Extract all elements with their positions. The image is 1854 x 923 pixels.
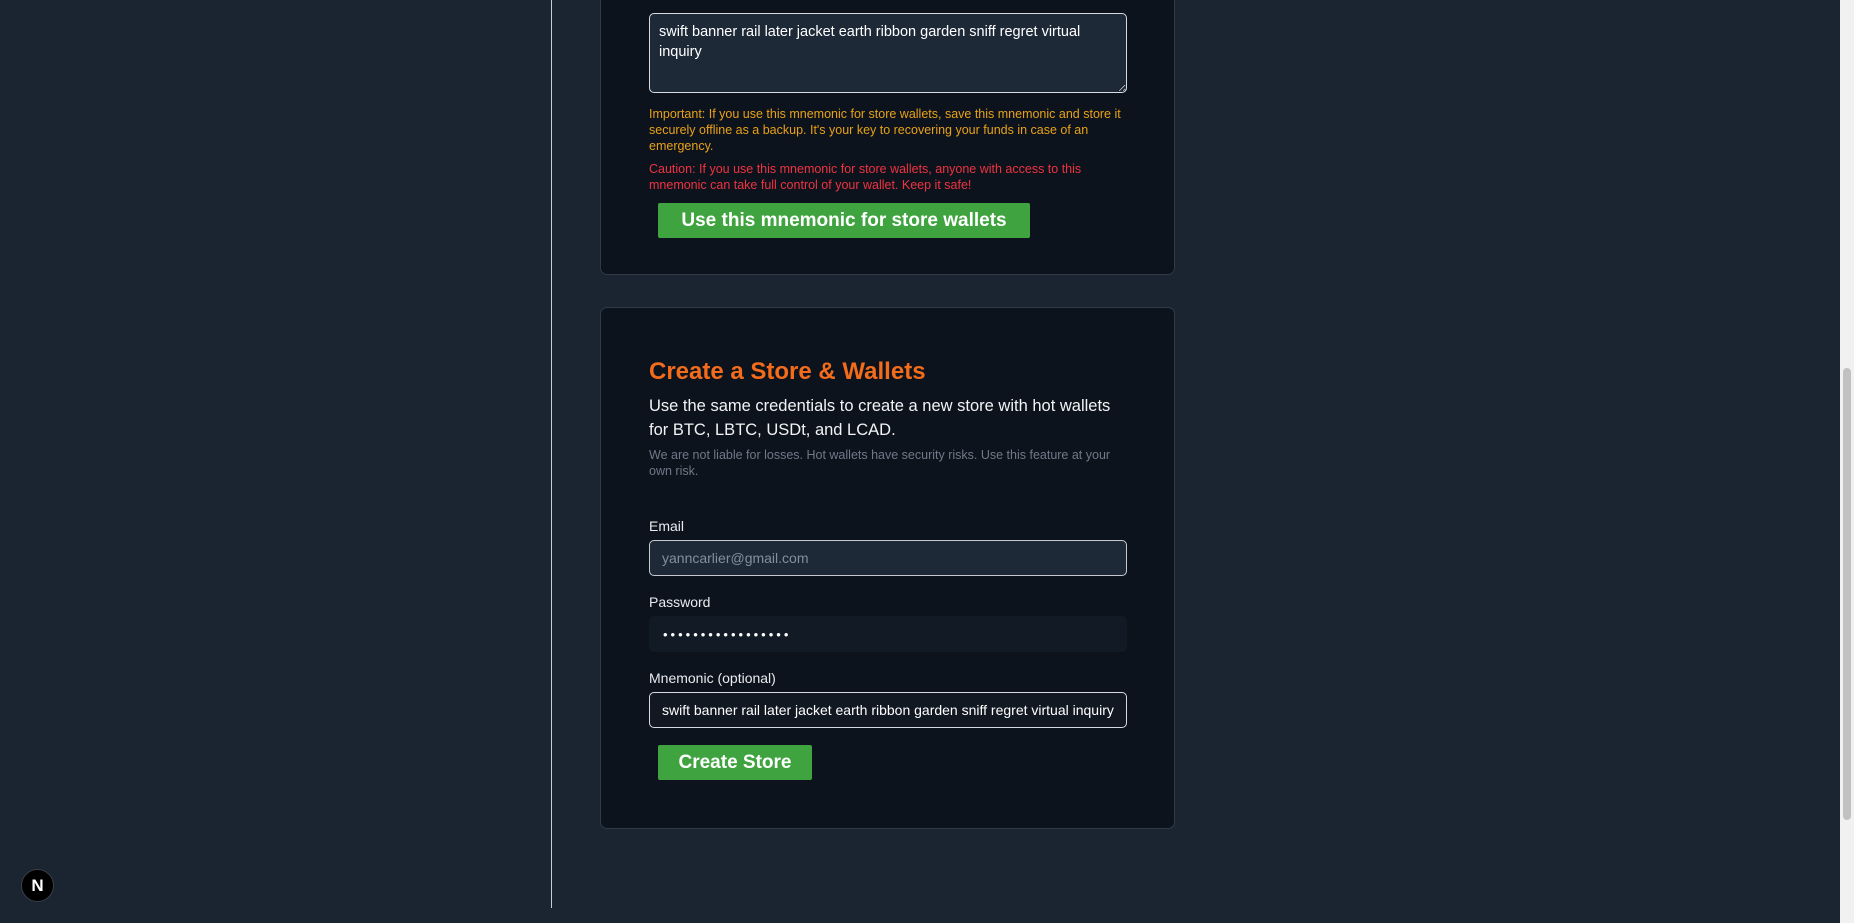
- generated-mnemonic-textarea[interactable]: [649, 13, 1127, 93]
- left-divider: [551, 0, 552, 908]
- create-store-title: Create a Store & Wallets: [649, 358, 926, 385]
- scrollbar-thumb[interactable]: [1843, 368, 1851, 820]
- use-mnemonic-button[interactable]: Use this mnemonic for store wallets: [658, 203, 1030, 238]
- email-field[interactable]: [649, 540, 1127, 576]
- password-label: Password: [649, 594, 711, 610]
- scrollbar-track[interactable]: [1840, 0, 1854, 923]
- password-field[interactable]: [649, 616, 1127, 652]
- nextjs-dev-badge-icon[interactable]: N: [21, 869, 54, 902]
- mnemonic-field[interactable]: [649, 692, 1127, 728]
- important-warning: Important: If you use this mnemonic for …: [649, 107, 1121, 153]
- create-store-card: Create a Store & Wallets Use the same cr…: [600, 307, 1175, 829]
- liability-disclaimer: We are not liable for losses. Hot wallet…: [649, 448, 1111, 478]
- page: Important: If you use this mnemonic for …: [0, 0, 1854, 923]
- mnemonic-label: Mnemonic (optional): [649, 670, 776, 686]
- create-store-description: Use the same credentials to create a new…: [649, 397, 1111, 439]
- email-label: Email: [649, 518, 685, 534]
- create-store-button[interactable]: Create Store: [658, 745, 812, 780]
- mnemonic-card: Important: If you use this mnemonic for …: [600, 0, 1175, 275]
- caution-warning: Caution: If you use this mnemonic for st…: [649, 162, 1082, 192]
